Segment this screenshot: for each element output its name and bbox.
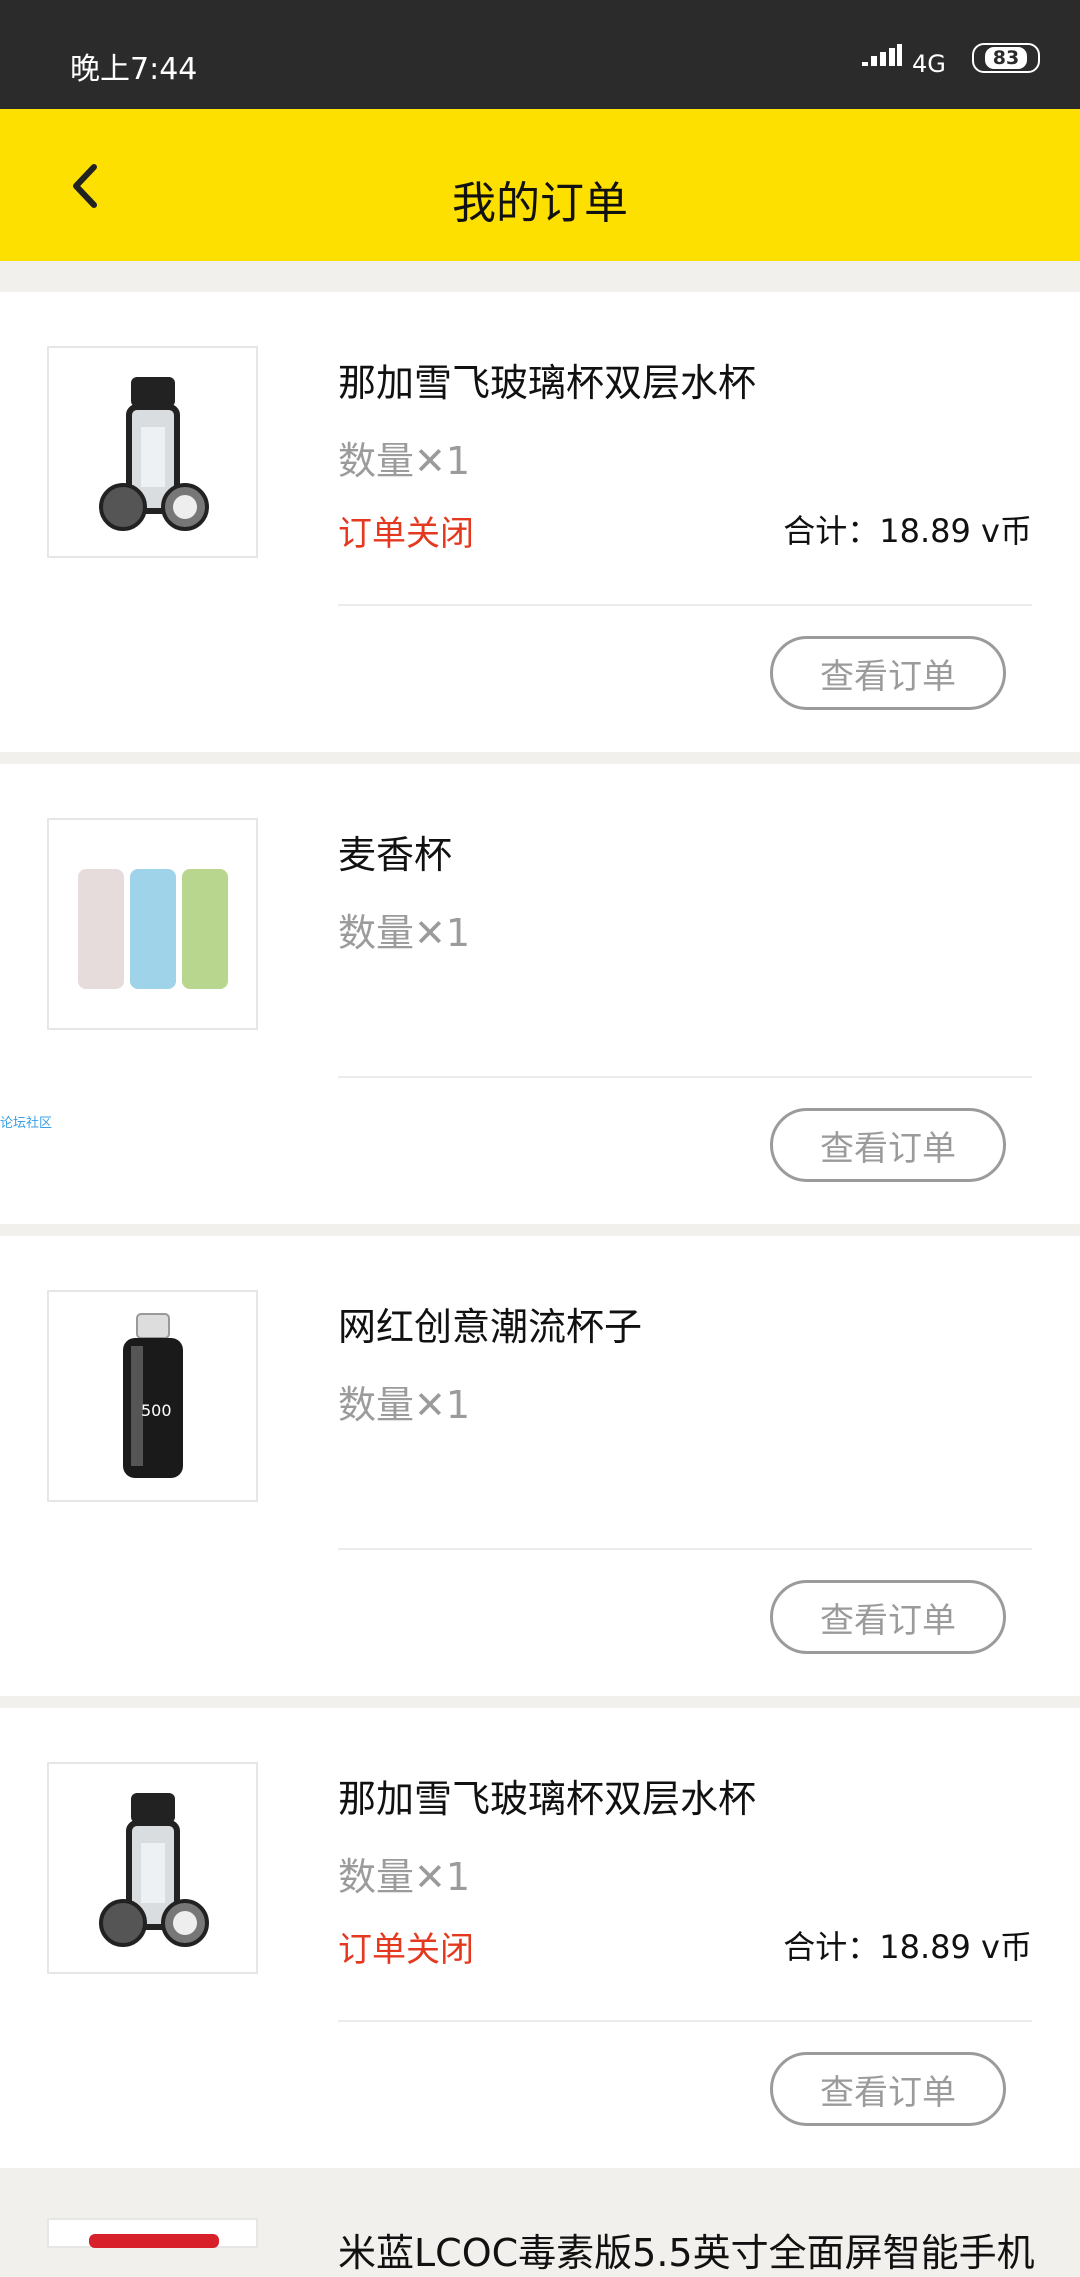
product-thumbnail[interactable] xyxy=(47,818,258,1030)
product-quantity: 数量✕1 xyxy=(338,1383,471,1427)
divider xyxy=(338,1076,1032,1078)
phone-image xyxy=(89,2234,219,2248)
divider xyxy=(338,604,1032,606)
glass-bottle-image: 500 xyxy=(122,1313,183,1478)
svg-text:500: 500 xyxy=(141,1401,172,1420)
product-name: 那加雪飞玻璃杯双层水杯 xyxy=(338,1777,757,1821)
order-card: 那加雪飞玻璃杯双层水杯 数量✕1 订单关闭 合计：18.89 v币 查看订单 xyxy=(0,1708,1080,2168)
product-name: 米蓝LCOC毒素版5.5英寸全面屏智能手机 xyxy=(338,2231,1035,2275)
three-cups-image xyxy=(77,869,228,989)
order-card: 500 网红创意潮流杯子 数量✕1 查看订单 xyxy=(0,1236,1080,1696)
order-total: 合计：18.89 v币 xyxy=(783,512,1032,550)
product-name: 麦香杯 xyxy=(338,833,453,877)
order-status: 订单关闭 xyxy=(338,1930,474,1970)
product-thumbnail[interactable]: 500 xyxy=(47,1290,258,1502)
status-time: 晚上7:44 xyxy=(70,52,198,87)
black-bottle-image xyxy=(98,377,209,531)
order-status: 订单关闭 xyxy=(338,514,474,554)
view-order-button[interactable]: 查看订单 xyxy=(770,1108,1006,1182)
order-total: 合计：18.89 v币 xyxy=(783,1928,1032,1966)
network-label: 4G xyxy=(912,50,946,78)
product-quantity: 数量✕1 xyxy=(338,1855,471,1899)
product-quantity: 数量✕1 xyxy=(338,911,471,955)
view-order-button[interactable]: 查看订单 xyxy=(770,2052,1006,2126)
product-name: 那加雪飞玻璃杯双层水杯 xyxy=(338,361,757,405)
battery-icon: 83 xyxy=(972,43,1040,73)
status-bar: 晚上7:44 4G 83 xyxy=(0,0,1080,109)
product-thumbnail[interactable] xyxy=(47,346,258,558)
product-thumbnail[interactable] xyxy=(47,1762,258,1974)
black-bottle-image xyxy=(98,1793,209,1947)
battery-level: 83 xyxy=(984,47,1028,69)
page-title: 我的订单 xyxy=(452,178,628,229)
order-card: 麦香杯 数量✕1 查看订单 xyxy=(0,764,1080,1224)
product-quantity: 数量✕1 xyxy=(338,439,471,483)
product-name: 网红创意潮流杯子 xyxy=(338,1305,643,1349)
order-card: 那加雪飞玻璃杯双层水杯 数量✕1 订单关闭 合计：18.89 v币 查看订单 xyxy=(0,292,1080,752)
divider xyxy=(338,2020,1032,2022)
view-order-button[interactable]: 查看订单 xyxy=(770,1580,1006,1654)
divider xyxy=(338,1548,1032,1550)
order-list: 那加雪飞玻璃杯双层水杯 数量✕1 订单关闭 合计：18.89 v币 查看订单 麦… xyxy=(0,292,1080,2180)
view-order-button[interactable]: 查看订单 xyxy=(770,636,1006,710)
side-community-link[interactable]: 论坛社区 xyxy=(0,1112,52,1131)
app-header: 我的订单 xyxy=(0,109,1080,261)
signal-icon xyxy=(862,44,902,66)
